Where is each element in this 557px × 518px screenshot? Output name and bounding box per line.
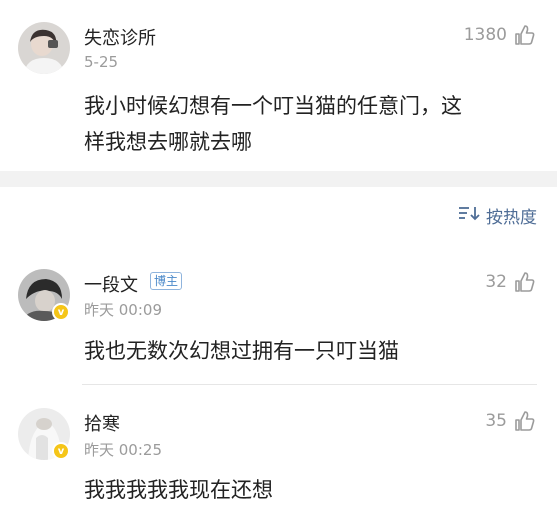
verified-icon: v	[52, 442, 70, 460]
section-divider	[0, 171, 557, 187]
verified-icon: v	[52, 303, 70, 321]
thumbs-up-icon	[513, 24, 535, 46]
sort-icon	[458, 205, 480, 226]
sort-label: 按热度	[486, 208, 537, 228]
like-button[interactable]: 35	[485, 410, 535, 432]
thumbs-up-icon	[513, 410, 535, 432]
like-button[interactable]: 32	[485, 271, 535, 293]
sort-button[interactable]: 按热度	[458, 203, 537, 228]
comment-text: 我我我我我现在还想	[84, 478, 273, 502]
comment-text-line: 样我想去哪就去哪	[84, 130, 252, 154]
divider	[82, 384, 537, 385]
thumbs-up-icon	[513, 271, 535, 293]
like-count: 35	[485, 411, 507, 431]
username[interactable]: 失恋诊所	[84, 24, 156, 50]
like-count: 1380	[463, 25, 507, 45]
comment-text: 我小时候幻想有一个叮当猫的任意门，这 样我想去哪就去哪	[84, 88, 462, 160]
like-count: 32	[485, 272, 507, 292]
top-comment: 失恋诊所 5-25 1380 我小时候幻想有一个叮当猫的任意门，这 样我想去哪就…	[0, 0, 557, 171]
comment-time: 昨天 00:25	[84, 441, 162, 459]
like-button[interactable]: 1380	[464, 24, 535, 46]
comment-time: 昨天 00:09	[84, 301, 162, 319]
comment-page: 失恋诊所 5-25 1380 我小时候幻想有一个叮当猫的任意门，这 样我想去哪就…	[0, 0, 557, 518]
username[interactable]: 一段文	[84, 271, 138, 297]
comment-date: 5-25	[84, 53, 119, 71]
avatar[interactable]	[18, 22, 70, 74]
comment-text-line: 我小时候幻想有一个叮当猫的任意门，这	[84, 94, 462, 118]
reply-item: v 拾寒 昨天 00:25 35 我我我我我现在还想	[0, 392, 557, 518]
reply-item: v 一段文 博主 昨天 00:09 32 我也无数次幻想过拥有一只叮当猫	[0, 255, 557, 385]
comment-text: 我也无数次幻想过拥有一只叮当猫	[84, 339, 399, 363]
author-badge: 博主	[150, 272, 183, 290]
username[interactable]: 拾寒	[84, 410, 120, 436]
